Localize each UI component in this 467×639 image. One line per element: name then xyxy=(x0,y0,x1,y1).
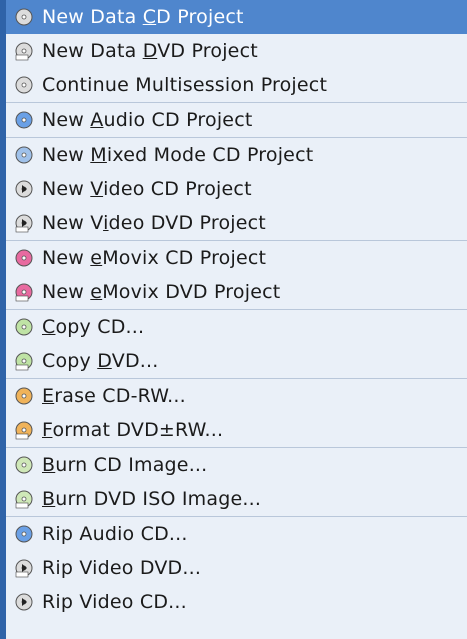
menu-item-label: Rip Video DVD... xyxy=(42,557,202,579)
menu-item-label: Rip Audio CD... xyxy=(42,523,188,545)
rip-video-cd-icon xyxy=(14,592,34,612)
menu-item-label: Rip Video CD... xyxy=(42,591,187,613)
dvd-data-icon xyxy=(14,41,34,61)
menu-item-label: Erase CD-RW... xyxy=(42,385,186,407)
cd-data-icon xyxy=(14,7,34,27)
burn-dvd-iso-icon xyxy=(14,489,34,509)
menu-item-copy-dvd[interactable]: Copy DVD... xyxy=(6,344,467,379)
menu-item-label: New Data DVD Project xyxy=(42,40,258,62)
cd-mixed-icon xyxy=(14,145,34,165)
menu-item-label: Burn CD Image... xyxy=(42,454,208,476)
copy-dvd-icon xyxy=(14,351,34,371)
menu-item-label: Continue Multisession Project xyxy=(42,74,328,96)
menu-item-label: New Data CD Project xyxy=(42,6,244,28)
copy-cd-icon xyxy=(14,317,34,337)
menu-item-new-data-dvd-project[interactable]: New Data DVD Project xyxy=(6,34,467,68)
cd-audio-icon xyxy=(14,110,34,130)
menu-item-label: Format DVD±RW... xyxy=(42,419,224,441)
menu-item-rip-video-cd[interactable]: Rip Video CD... xyxy=(6,585,467,619)
video-dvd-icon xyxy=(14,213,34,233)
menu-item-label: Copy DVD... xyxy=(42,350,159,372)
menu-item-label: New Mixed Mode CD Project xyxy=(42,144,314,166)
menu-item-label: New Audio CD Project xyxy=(42,109,253,131)
format-dvd-icon xyxy=(14,420,34,440)
rip-audio-cd-icon xyxy=(14,524,34,544)
menu-item-label: New Video CD Project xyxy=(42,178,252,200)
menu-item-erase-cd-rw[interactable]: Erase CD-RW... xyxy=(6,379,467,413)
menu-item-copy-cd[interactable]: Copy CD... xyxy=(6,310,467,344)
menu-item-label: New Video DVD Project xyxy=(42,212,266,234)
menu-item-continue-multisession-project[interactable]: Continue Multisession Project xyxy=(6,68,467,103)
emovix-cd-icon xyxy=(14,248,34,268)
rip-video-dvd-icon xyxy=(14,558,34,578)
menu-item-format-dvd-rw[interactable]: Format DVD±RW... xyxy=(6,413,467,448)
menu-item-label: Burn DVD ISO Image... xyxy=(42,488,262,510)
menu-item-new-emovix-cd-project[interactable]: New eMovix CD Project xyxy=(6,241,467,275)
video-cd-icon xyxy=(14,179,34,199)
burn-cd-image-icon xyxy=(14,455,34,475)
menu-item-burn-cd-image[interactable]: Burn CD Image... xyxy=(6,448,467,482)
menu-item-rip-video-dvd[interactable]: Rip Video DVD... xyxy=(6,551,467,585)
menu-item-label: New eMovix CD Project xyxy=(42,247,267,269)
menu-item-label: New eMovix DVD Project xyxy=(42,281,281,303)
menu-item-new-video-cd-project[interactable]: New Video CD Project xyxy=(6,172,467,206)
cd-multisession-icon xyxy=(14,75,34,95)
menu-item-new-video-dvd-project[interactable]: New Video DVD Project xyxy=(6,206,467,241)
menu-item-new-emovix-dvd-project[interactable]: New eMovix DVD Project xyxy=(6,275,467,310)
burn-actions-menu: New Data CD Project New Data DVD Project C… xyxy=(0,0,467,639)
menu-item-new-data-cd-project[interactable]: New Data CD Project xyxy=(6,0,467,34)
menu-item-burn-dvd-iso-image[interactable]: Burn DVD ISO Image... xyxy=(6,482,467,517)
menu-item-rip-audio-cd[interactable]: Rip Audio CD... xyxy=(6,517,467,551)
menu-item-label: Copy CD... xyxy=(42,316,145,338)
menu-item-new-mixed-mode-cd-project[interactable]: New Mixed Mode CD Project xyxy=(6,138,467,172)
erase-cdrw-icon xyxy=(14,386,34,406)
emovix-dvd-icon xyxy=(14,282,34,302)
menu-item-new-audio-cd-project[interactable]: New Audio CD Project xyxy=(6,103,467,138)
